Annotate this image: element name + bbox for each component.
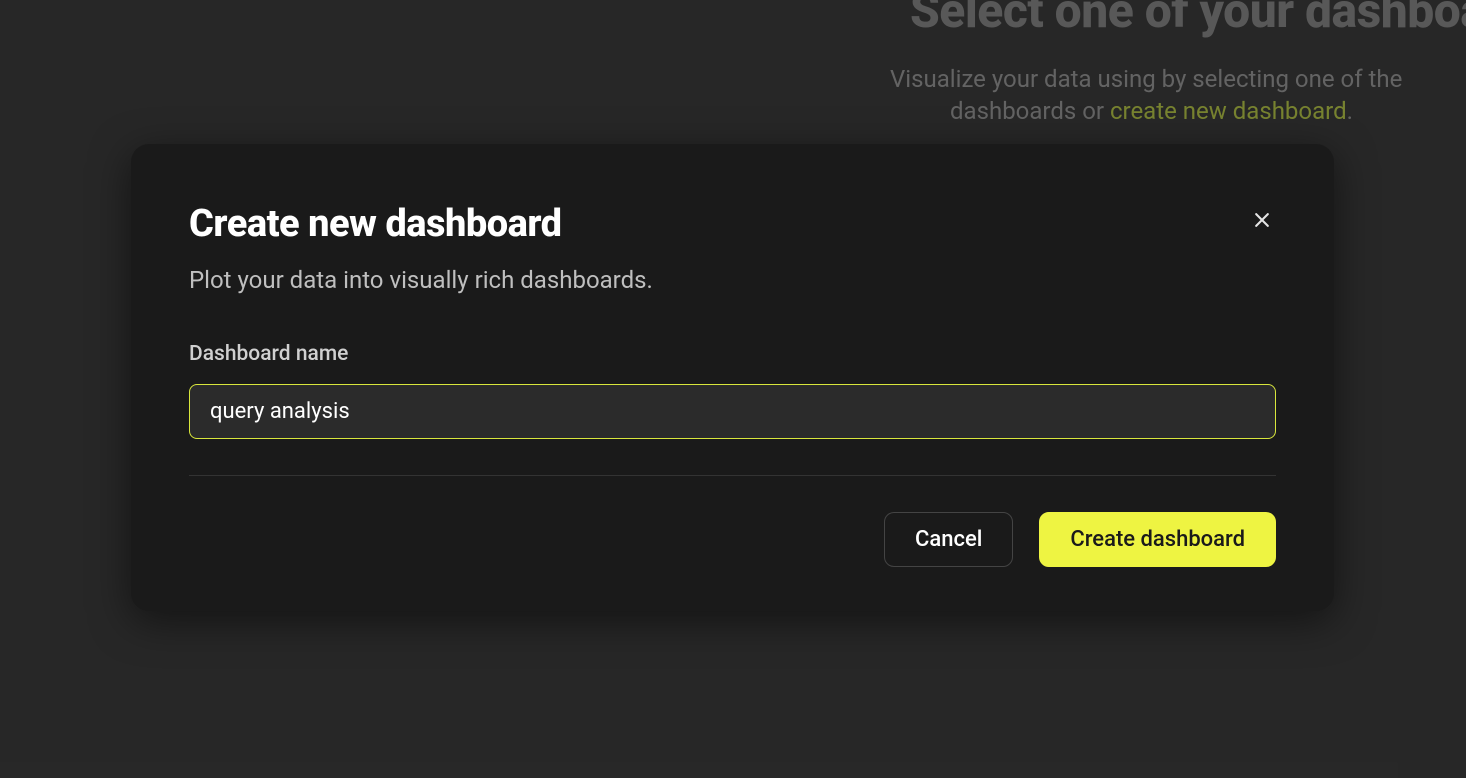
modal-title: Create new dashboard: [189, 202, 562, 246]
divider: [189, 475, 1276, 476]
create-dashboard-button[interactable]: Create dashboard: [1039, 512, 1276, 567]
close-button[interactable]: [1248, 206, 1276, 234]
create-dashboard-modal: Create new dashboard Plot your data into…: [131, 144, 1334, 611]
button-row: Cancel Create dashboard: [189, 512, 1276, 567]
dashboard-name-input[interactable]: [189, 384, 1276, 439]
dashboard-name-label: Dashboard name: [189, 342, 1276, 366]
close-icon: [1252, 210, 1272, 230]
modal-header: Create new dashboard: [189, 202, 1276, 246]
cancel-button[interactable]: Cancel: [884, 512, 1013, 567]
modal-subtitle: Plot your data into visually rich dashbo…: [189, 266, 1276, 294]
